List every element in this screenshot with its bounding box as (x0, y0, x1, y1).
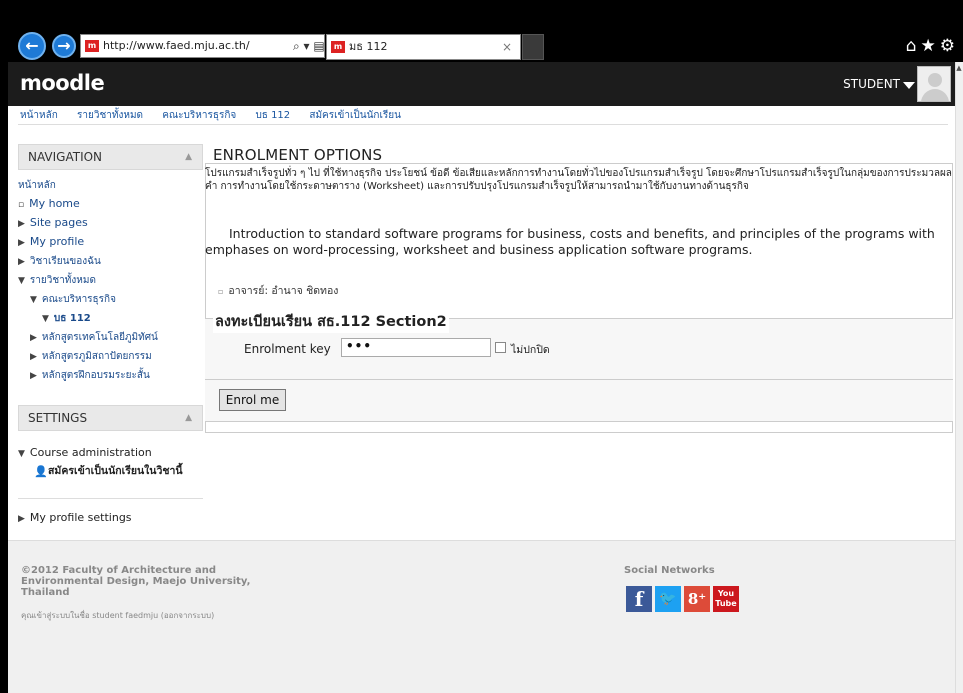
course-administration[interactable]: ▼ Course administration (18, 446, 152, 459)
address-tools-icons[interactable]: ⌕ ▾ ▤ ↻ ✕ (293, 35, 324, 57)
course-summary-thai: โปรแกรมสำเร็จรูปทั่ว ๆ ไป ที่ใช้ทางธุรกิ… (205, 168, 952, 192)
tab-favicon-icon: m (331, 41, 345, 53)
forward-arrow-icon[interactable]: → (52, 34, 76, 58)
my-profile-settings[interactable]: ▶ My profile settings (18, 511, 132, 524)
nav-item-landscape-arch[interactable]: ▶ หลักสูตรภูมิสถาปัตยกรรม (30, 349, 152, 364)
collapse-icon[interactable]: ▲ (185, 406, 192, 430)
triangle-right-icon: ▶ (18, 238, 25, 248)
new-tab-button[interactable] (522, 34, 544, 60)
social-title: Social Networks (624, 565, 715, 576)
settings-block-header: SETTINGS ▲ (18, 405, 203, 431)
moodle-logo[interactable]: moodle (20, 71, 105, 95)
collapse-icon[interactable]: ▲ (185, 145, 192, 169)
avatar[interactable] (917, 66, 951, 102)
enrolment-key-label: Enrolment key (244, 342, 331, 356)
nav-item-home[interactable]: หน้าหลัก (18, 178, 56, 193)
browser-chrome: ← → m http://www.faed.mju.ac.th/ ⌕ ▾ ▤ ↻… (8, 0, 963, 62)
browser-window: ← → m http://www.faed.mju.ac.th/ ⌕ ▾ ▤ ↻… (8, 0, 963, 693)
bullet-icon: ▫ (218, 287, 224, 296)
facebook-icon[interactable]: f (626, 586, 652, 612)
teacher-info: ▫ อาจารย์: อำนาจ ชิดทอง (218, 285, 339, 297)
triangle-down-icon: ▼ (42, 314, 49, 324)
site-header: moodle STUDENT (8, 62, 955, 106)
site-favicon-icon: m (85, 40, 99, 52)
back-arrow-icon[interactable]: ← (18, 32, 46, 60)
triangle-right-icon: ▶ (18, 219, 25, 229)
avatar-body-shape (921, 89, 949, 101)
nav-item-landscape-tech[interactable]: ▶ หลักสูตรเทคโนโลยีภูมิทัศน์ (30, 330, 158, 345)
breadcrumb-course[interactable]: บธ 112 (255, 110, 290, 121)
nav-item-my-profile[interactable]: ▶ My profile (18, 235, 84, 248)
triangle-right-icon: ▶ (30, 333, 37, 343)
enrol-me-button[interactable]: Enrol me (219, 389, 286, 411)
googleplus-icon[interactable]: 8⁺ (684, 586, 710, 612)
user-icon: 👤 (34, 465, 48, 478)
scroll-up-icon[interactable]: ▲ (955, 64, 963, 72)
unmask-checkbox[interactable] (495, 342, 506, 353)
address-text: http://www.faed.mju.ac.th/ (103, 39, 250, 52)
breadcrumb-home[interactable]: หน้าหลัก (20, 110, 58, 121)
login-info: คุณเข้าสู่ระบบในชื่อ student faedmju (ออ… (21, 611, 215, 620)
nav-item-all-courses[interactable]: ▼ รายวิชาทั้งหมด (18, 273, 96, 288)
chevron-down-icon[interactable] (903, 82, 915, 89)
nav-item-my-home[interactable]: ▫ My home (18, 197, 80, 210)
triangle-down-icon: ▼ (18, 276, 25, 286)
breadcrumb-enrol[interactable]: สมัครเข้าเป็นนักเรียน (309, 110, 401, 121)
home-icon[interactable]: ⌂ (906, 36, 921, 56)
tab-close-icon[interactable]: × (502, 35, 512, 59)
gear-icon[interactable]: ⚙ (940, 36, 959, 56)
nav-item-faculty[interactable]: ▼ คณะบริหารธุรกิจ (30, 292, 116, 307)
nav-item-short-course[interactable]: ▶ หลักสูตรฝึกอบรมระยะสั้น (30, 368, 150, 383)
section-title: ลงทะเบียนเรียน สธ.112 Section2 (213, 310, 449, 333)
nav-item-course[interactable]: ▼ บธ 112 (42, 311, 91, 326)
breadcrumb-all-courses[interactable]: รายวิชาทั้งหมด (77, 110, 143, 121)
page-title: ENROLMENT OPTIONS (213, 146, 383, 164)
enrolment-key-input[interactable]: ••• (341, 338, 491, 357)
course-summary-english: Introduction to standard software progra… (205, 226, 935, 257)
navigation-block-header: NAVIGATION ▲ (18, 144, 203, 170)
nav-item-site-pages[interactable]: ▶ Site pages (18, 216, 88, 229)
triangle-right-icon: ▶ (18, 257, 25, 267)
page-scrollbar[interactable] (955, 62, 963, 693)
breadcrumb: หน้าหลัก รายวิชาทั้งหมด คณะบริหารธุรกิจ … (20, 108, 417, 123)
settings-title: SETTINGS (28, 411, 88, 425)
triangle-right-icon: ▶ (18, 514, 25, 524)
navigation-title: NAVIGATION (28, 150, 103, 164)
unmask-label: ไม่ปกปิด (511, 344, 550, 356)
address-bar[interactable]: m http://www.faed.mju.ac.th/ ⌕ ▾ ▤ ↻ ✕ (80, 34, 325, 58)
triangle-down-icon: ▼ (30, 295, 37, 305)
breadcrumb-faculty[interactable]: คณะบริหารธุรกิจ (162, 110, 236, 121)
bullet-icon: ▫ (18, 200, 25, 210)
triangle-down-icon: ▼ (18, 449, 25, 459)
copyright-text: ©2012 Faculty of Architecture and Enviro… (21, 565, 251, 598)
avatar-head-shape (928, 73, 942, 87)
divider (18, 124, 948, 125)
nav-item-my-courses[interactable]: ▶ วิชาเรียนของฉัน (18, 254, 101, 269)
twitter-icon[interactable]: 🐦 (655, 586, 681, 612)
triangle-right-icon: ▶ (30, 371, 37, 381)
submit-area (205, 380, 953, 422)
tab-title: มธ 112 (349, 40, 388, 53)
divider (18, 498, 203, 499)
triangle-right-icon: ▶ (30, 352, 37, 362)
user-menu-label[interactable]: STUDENT (843, 77, 900, 91)
star-icon[interactable]: ★ (921, 36, 940, 56)
browser-toolbar-icons[interactable]: ⌂★⚙ (906, 36, 959, 56)
youtube-icon[interactable]: You Tube (713, 586, 739, 612)
browser-tab[interactable]: m มธ 112 × (326, 34, 521, 60)
